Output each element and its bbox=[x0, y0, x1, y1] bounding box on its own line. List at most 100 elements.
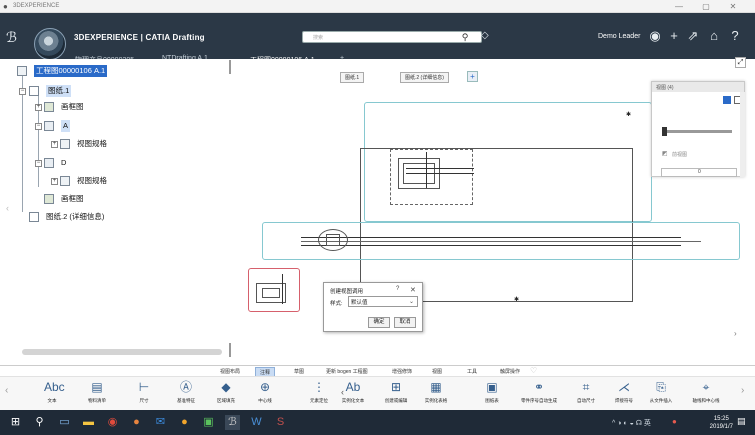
add-icon[interactable]: + bbox=[665, 28, 683, 44]
tree-item-sheet2[interactable]: 图纸.2 (详细信息) bbox=[46, 211, 104, 223]
word-icon[interactable]: W bbox=[249, 415, 264, 430]
create-table-button[interactable]: ⊞ 创建或编辑 bbox=[378, 379, 414, 404]
tree-item-view-d[interactable]: D bbox=[61, 157, 66, 169]
tab-tools[interactable]: 工具 bbox=[463, 367, 481, 376]
panel-splitter[interactable] bbox=[229, 60, 231, 74]
centerline-button[interactable]: ⊕ 中心线 bbox=[247, 379, 283, 404]
tab-dress-up[interactable]: 增强修饰 bbox=[388, 367, 416, 376]
geometry-line bbox=[406, 168, 474, 169]
minimize-button[interactable]: — bbox=[668, 1, 690, 12]
grid-view-icon[interactable] bbox=[723, 96, 731, 104]
share-icon[interactable]: ⇗ bbox=[684, 28, 702, 44]
style-label: 样式: bbox=[330, 301, 343, 307]
sheet-icon bbox=[29, 86, 39, 96]
part-outline bbox=[326, 234, 340, 246]
powerpoint-icon[interactable]: S bbox=[273, 415, 288, 430]
compass-icon[interactable] bbox=[34, 28, 66, 60]
collapse-toggle[interactable]: − bbox=[35, 123, 42, 130]
dialog-close-button[interactable]: ✕ bbox=[410, 286, 416, 294]
tab-update[interactable]: 更新 bogen 工程图 bbox=[322, 367, 372, 376]
tree-item-view-a[interactable]: A bbox=[61, 120, 71, 132]
axis-centerline-button[interactable]: ⌖ 轴线和中心线 bbox=[688, 379, 724, 404]
close-button[interactable]: ✕ bbox=[722, 1, 744, 12]
search-icon[interactable]: ⚲ bbox=[458, 31, 472, 43]
tab-sketch[interactable]: 草图 bbox=[290, 367, 308, 376]
user-name[interactable]: Demo Leader bbox=[598, 33, 640, 40]
auto-balloon-button[interactable]: ⚭ 零件序号自动生成 bbox=[521, 379, 557, 404]
tree-root[interactable]: 工程图00000106 A.1 bbox=[34, 65, 108, 77]
maximize-button[interactable]: ▢ bbox=[695, 1, 717, 12]
view-value-field[interactable]: 0 bbox=[661, 168, 737, 177]
geometry-line bbox=[282, 274, 283, 304]
tree-item-frame[interactable]: 画框图 bbox=[61, 193, 84, 205]
scroll-left-icon[interactable]: ‹ bbox=[5, 385, 8, 396]
start-icon[interactable]: ⊞ bbox=[8, 415, 23, 430]
panel-splitter[interactable] bbox=[229, 343, 231, 357]
dialog-help-button[interactable]: ? bbox=[396, 286, 399, 292]
views-scrollbar[interactable] bbox=[740, 92, 745, 177]
expand-toggle[interactable]: + bbox=[51, 141, 58, 148]
geometry-line bbox=[301, 237, 681, 238]
collapse-toggle[interactable]: − bbox=[35, 160, 42, 167]
ok-button[interactable]: 确定 bbox=[368, 317, 390, 328]
3dexperience-taskbar-icon[interactable]: ℬ bbox=[225, 415, 240, 430]
tree-item-frame[interactable]: 画框图 bbox=[61, 101, 84, 113]
hatch-button[interactable]: ◆ 区域填充 bbox=[208, 379, 244, 404]
centerline bbox=[301, 241, 701, 242]
tree-item-view-spec[interactable]: 视图规格 bbox=[77, 175, 107, 187]
expand-toggle[interactable]: + bbox=[35, 104, 42, 111]
cursor-marker-icon: ✱ bbox=[514, 297, 520, 303]
notification-icon[interactable]: ● bbox=[672, 417, 677, 426]
app-icon[interactable]: ● bbox=[177, 415, 192, 430]
sheet-tab-1[interactable]: 图纸.1 bbox=[340, 72, 365, 83]
action-center-icon[interactable]: ▤ bbox=[737, 416, 746, 427]
app-icon[interactable]: ▣ bbox=[201, 415, 216, 430]
home-icon[interactable]: ⌂ bbox=[705, 28, 723, 44]
view-item-label[interactable]: 前视图 bbox=[672, 151, 687, 158]
view-icon bbox=[44, 121, 54, 131]
app-icon[interactable]: ● bbox=[129, 415, 144, 430]
text-button[interactable]: Abc 文本 bbox=[34, 379, 70, 404]
tree-item-sheet1[interactable]: 图纸.1 bbox=[46, 85, 72, 97]
insert-from-file-button[interactable]: ⎘ 从文件插入 bbox=[643, 379, 679, 404]
tree-item-view-spec[interactable]: 视图规格 bbox=[77, 138, 107, 150]
tag-icon[interactable]: ◇ bbox=[481, 30, 489, 41]
heart-icon[interactable]: ♡ bbox=[530, 366, 537, 375]
frame-view-icon bbox=[44, 194, 54, 204]
tray-icons[interactable]: ^ ◑ ◐ ◒ ☊ 英 bbox=[612, 418, 651, 428]
table-instance-button[interactable]: ▦ 实例化表格 bbox=[418, 379, 454, 404]
browser-icon[interactable]: ◉ bbox=[105, 415, 120, 430]
bom-button[interactable]: ▤ 物料清单 bbox=[79, 379, 115, 404]
gallery-button[interactable]: ▣ 图纸表 bbox=[474, 379, 510, 404]
dimension-button[interactable]: ⊢ 尺寸 bbox=[126, 379, 162, 404]
cancel-button[interactable]: 取消 bbox=[394, 317, 416, 328]
search-input[interactable]: 搜索 bbox=[302, 31, 482, 43]
help-icon[interactable]: ? bbox=[726, 28, 744, 44]
collapse-toggle[interactable]: − bbox=[19, 88, 26, 95]
sheet-tab-2[interactable]: 图纸.2 (详细信息) bbox=[400, 72, 449, 83]
add-sheet-button[interactable]: + bbox=[467, 71, 478, 82]
search-icon[interactable]: ⚲ bbox=[32, 415, 47, 430]
expand-toggle[interactable]: + bbox=[51, 178, 58, 185]
task-view-icon[interactable]: ▭ bbox=[57, 415, 72, 430]
horizontal-scrollbar[interactable] bbox=[22, 349, 222, 355]
slider-handle[interactable] bbox=[662, 127, 667, 136]
element-button[interactable]: ⋮ 元素定位 bbox=[301, 379, 337, 404]
tab-view-layout[interactable]: 视图布局 bbox=[216, 367, 244, 376]
mail-icon[interactable]: ✉ bbox=[153, 415, 168, 430]
file-explorer-icon[interactable]: ▬ bbox=[81, 415, 96, 430]
ds-logo-icon[interactable]: ℬ bbox=[6, 29, 17, 46]
view-slider[interactable] bbox=[664, 130, 732, 133]
auto-dimension-button[interactable]: ⌗ 自动尺寸 bbox=[568, 379, 604, 404]
tab-view[interactable]: 视图 bbox=[428, 367, 446, 376]
gallery-icon: ▣ bbox=[486, 380, 498, 394]
scroll-right-icon[interactable]: › bbox=[741, 385, 744, 396]
chevron-left-icon[interactable]: ‹ bbox=[6, 203, 9, 213]
datum-button[interactable]: Ⓐ 基准特征 bbox=[168, 379, 204, 404]
tab-touch[interactable]: 触屏操作 bbox=[496, 367, 524, 376]
style-select[interactable]: 默认值 ⌄ bbox=[348, 296, 418, 307]
user-avatar-icon[interactable]: ◉ bbox=[646, 28, 664, 44]
weld-button[interactable]: ⋌ 焊接符号 bbox=[606, 379, 642, 404]
text-instance-button[interactable]: Ab 实例化文本 bbox=[335, 379, 371, 404]
clock[interactable]: 15:25 2019/1/7 bbox=[710, 415, 733, 431]
